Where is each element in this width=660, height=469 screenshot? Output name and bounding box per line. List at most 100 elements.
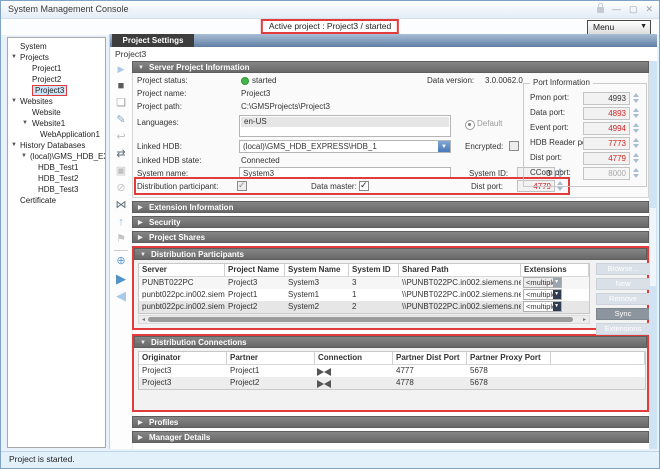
minimize-icon[interactable]: —: [612, 3, 621, 15]
tree-item-webapplication1[interactable]: WebApplication1: [8, 129, 105, 140]
ccom-port-field[interactable]: 8000: [583, 167, 630, 180]
tab-project-settings[interactable]: Project Settings: [112, 34, 194, 47]
close-icon[interactable]: ✕: [645, 3, 653, 15]
tree-item-project3-selected[interactable]: Project3: [8, 85, 105, 96]
menu-dropdown-label: Menu: [593, 22, 614, 32]
table-row[interactable]: Project3 Project1 4777 5678: [139, 365, 645, 377]
event-port-field[interactable]: 4994: [583, 122, 630, 135]
add-project-icon[interactable]: [110, 253, 132, 270]
profiles-header[interactable]: Profiles: [132, 416, 649, 428]
chevron-expanded-icon[interactable]: [11, 96, 17, 107]
extensions-dropdown[interactable]: <multiple>▼: [523, 277, 562, 288]
tree-item-hdb-test3[interactable]: HDB_Test3: [8, 184, 105, 195]
remove-button[interactable]: Remove: [596, 293, 649, 305]
extensions-button[interactable]: Extensions: [596, 323, 649, 335]
share-project-icon[interactable]: [110, 197, 132, 214]
browse-button[interactable]: Browse...: [596, 263, 649, 275]
tree-item-website1[interactable]: Website1: [8, 118, 105, 129]
hdb-reader-port-field[interactable]: 7773: [583, 137, 630, 150]
chevron-expanded-icon[interactable]: [11, 140, 17, 151]
project-status-value: started: [252, 76, 276, 85]
section-extension-information: Extension Information: [132, 201, 649, 213]
extensions-dropdown[interactable]: <multiple>▼: [523, 289, 562, 300]
chevron-expanded-icon[interactable]: [22, 118, 28, 129]
vertical-scrollbar[interactable]: [649, 61, 657, 449]
chevron-down-icon[interactable]: ▼: [438, 141, 450, 152]
new-project-icon[interactable]: [110, 95, 132, 112]
pin-project-icon[interactable]: [110, 231, 132, 248]
ccom-port-spinner-icon[interactable]: [633, 167, 640, 179]
activate-project-icon[interactable]: [110, 270, 132, 287]
horizontal-scrollbar[interactable]: ◂ ▸: [138, 315, 590, 324]
server-project-information-body: Project status: started Data version: 3.…: [132, 73, 649, 198]
distribution-participants-header[interactable]: Distribution Participants: [134, 248, 647, 260]
stop-project-icon[interactable]: [110, 78, 132, 95]
tree-item-project1[interactable]: Project1: [8, 63, 105, 74]
project-shares-header[interactable]: Project Shares: [132, 231, 649, 243]
title-bar: System Management Console — ▢ ✕: [1, 1, 659, 19]
table-row[interactable]: punbt022pc.in002.siemer Project1 System1…: [139, 289, 589, 301]
start-project-icon[interactable]: [110, 61, 132, 78]
scrollbar-thumb[interactable]: [650, 208, 656, 286]
restore-project-icon[interactable]: [110, 129, 132, 146]
deactivate-project-icon[interactable]: [110, 287, 132, 304]
upgrade-project-icon[interactable]: [110, 214, 132, 231]
hdb-reader-port-spinner-icon[interactable]: [633, 137, 640, 149]
security-header[interactable]: Security: [132, 216, 649, 228]
tree-item-history-databases[interactable]: History Databases: [8, 140, 105, 151]
edit-project-icon[interactable]: [110, 112, 132, 129]
tree-item-projects[interactable]: Projects: [8, 52, 105, 63]
data-master-checkbox[interactable]: [359, 181, 369, 191]
data-version-label: Data version:: [427, 76, 474, 85]
dist-port-info-field[interactable]: 4779: [583, 152, 630, 165]
menu-dropdown[interactable]: Menu ▼: [587, 20, 651, 35]
tree-item-websites[interactable]: Websites: [8, 96, 105, 107]
settings-content: Server Project Information Project statu…: [132, 61, 649, 449]
sync-button[interactable]: Sync: [596, 308, 649, 320]
chevron-down-icon: ▼: [640, 23, 647, 30]
port-row-dist: Dist port: 4779: [530, 152, 640, 165]
scroll-left-icon[interactable]: ◂: [139, 316, 148, 323]
extensions-dropdown[interactable]: <multiple>▼: [523, 301, 562, 312]
tree-item-hdb-test2[interactable]: HDB_Test2: [8, 173, 105, 184]
maximize-icon[interactable]: ▢: [629, 3, 638, 15]
server-project-information-header[interactable]: Server Project Information: [132, 61, 649, 73]
link-hdb-icon[interactable]: [110, 146, 132, 163]
table-row[interactable]: Project3 Project2 4778 5678: [139, 377, 645, 389]
distribution-participant-checkbox[interactable]: [237, 181, 247, 191]
pmon-port-spinner-icon[interactable]: [633, 92, 640, 104]
data-port-spinner-icon[interactable]: [633, 107, 640, 119]
language-item-en-us[interactable]: en-US: [241, 117, 449, 127]
distribution-connections-header[interactable]: Distribution Connections: [134, 336, 647, 348]
manager-details-header[interactable]: Manager Details: [132, 431, 649, 443]
scroll-right-icon[interactable]: ▸: [580, 316, 589, 323]
table-row[interactable]: punbt022pc.in002.siemer Project2 System2…: [139, 301, 589, 313]
record-icon[interactable]: [110, 180, 132, 197]
connections-header-row: Originator Partner Connection Partner Di…: [139, 352, 645, 365]
default-language-radio[interactable]: [465, 120, 475, 130]
tree-item-system[interactable]: System: [8, 41, 105, 52]
linked-hdb-combobox[interactable]: (local)\GMS_HDB_EXPRESS\HDB_1 ▼: [239, 140, 451, 153]
linked-hdb-label: Linked HDB:: [137, 142, 182, 151]
tree-item-hdb-test1[interactable]: HDB_Test1: [8, 162, 105, 173]
data-port-field[interactable]: 4893: [583, 107, 630, 120]
scrollbar-thumb[interactable]: [148, 317, 573, 322]
dist-port-info-spinner-icon[interactable]: [633, 152, 640, 164]
encrypted-checkbox[interactable]: [509, 141, 519, 151]
chevron-expanded-icon[interactable]: [11, 52, 17, 63]
save-project-icon[interactable]: [110, 163, 132, 180]
new-button[interactable]: New: [596, 278, 649, 290]
console-tree: System Projects Project1 Project2 Projec…: [7, 37, 106, 448]
extension-information-header[interactable]: Extension Information: [132, 201, 649, 213]
tree-item-certificate[interactable]: Certificate: [8, 195, 105, 206]
tab-strip: Project Settings: [110, 34, 657, 47]
pmon-port-field[interactable]: 4993: [583, 92, 630, 105]
tree-item-website[interactable]: Website: [8, 107, 105, 118]
tree-item-project2[interactable]: Project2: [8, 74, 105, 85]
languages-listbox[interactable]: en-US: [239, 115, 451, 137]
chevron-expanded-icon[interactable]: [21, 151, 27, 162]
event-port-spinner-icon[interactable]: [633, 122, 640, 134]
table-row[interactable]: PUNBT022PC Project3 System3 3 \\PUNBT022…: [139, 277, 589, 289]
tree-item-gms-hdb-express[interactable]: (local)\GMS_HDB_EXPRESS: [8, 151, 105, 162]
participants-table: Server Project Name System Name System I…: [138, 263, 590, 314]
